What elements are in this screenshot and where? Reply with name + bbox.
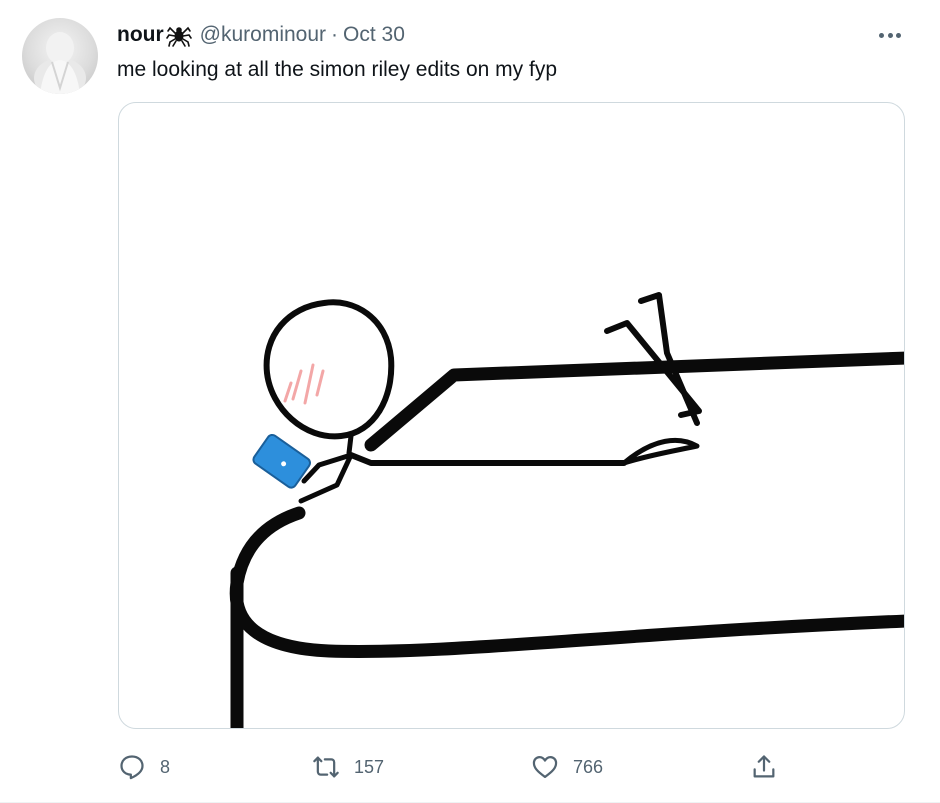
tweet-text: me looking at all the simon riley edits …: [117, 58, 558, 81]
retweet-button[interactable]: 157: [312, 752, 384, 782]
stickman-phone-drawing: [229, 292, 904, 728]
avatar-image: [34, 32, 86, 94]
display-name[interactable]: nour: [117, 23, 164, 47]
speech-bubble-icon: [120, 755, 144, 780]
separator-dot: ·: [331, 23, 339, 46]
heart-outline-icon: [532, 755, 558, 779]
user-handle[interactable]: @kurominour: [200, 23, 326, 47]
more-dot: [879, 32, 884, 38]
retweet-count: 157: [354, 756, 385, 777]
share-upload-icon: [753, 755, 775, 778]
more-dot: [887, 32, 893, 38]
tweet-header: nour @kurominour · Oct 30: [117, 22, 405, 48]
tweet-actions: 8 157 766: [0, 744, 940, 788]
like-button[interactable]: 766: [531, 752, 603, 782]
reply-count: 8: [160, 756, 171, 777]
retweet-arrows-icon: [313, 756, 339, 778]
more-dot: [896, 32, 901, 38]
user-avatar[interactable]: [22, 18, 98, 94]
tweet-date[interactable]: Oct 30: [343, 23, 405, 47]
reply-button[interactable]: 8: [118, 752, 170, 782]
tweet-card[interactable]: nour @kurominour · Oct 30 me looking at …: [0, 0, 940, 803]
share-button[interactable]: [750, 752, 778, 782]
more-options-icon[interactable]: [876, 26, 904, 44]
like-count: 766: [573, 756, 604, 777]
tweet-media-image[interactable]: [118, 102, 905, 729]
spider-emoji-icon: [165, 22, 192, 48]
